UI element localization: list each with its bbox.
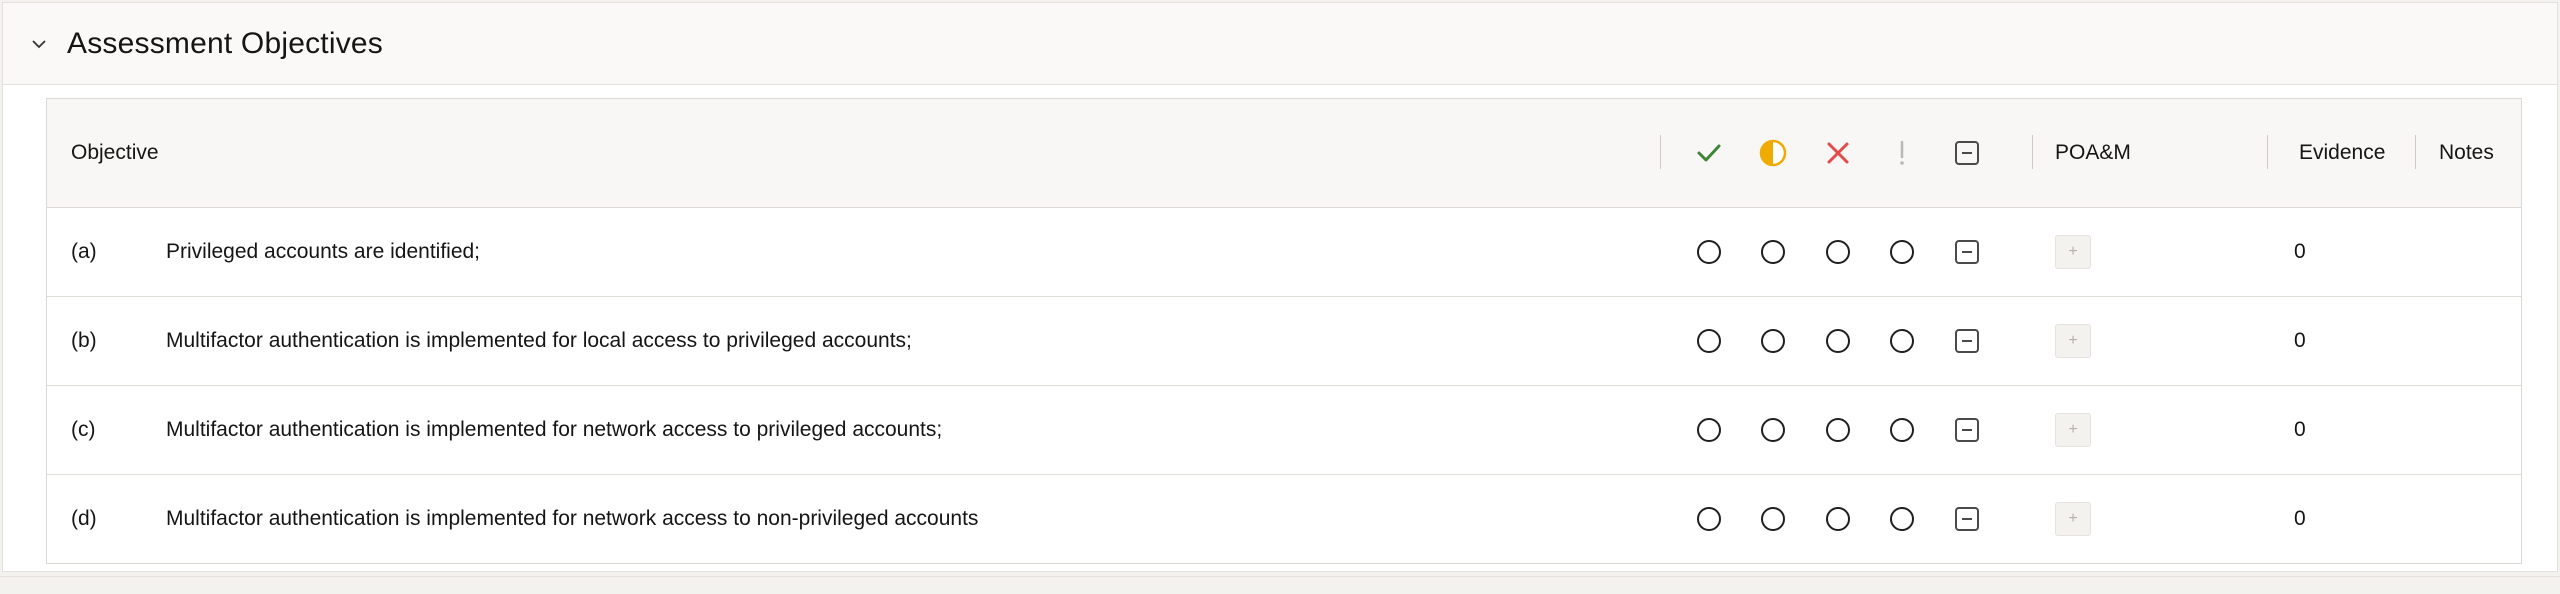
- objective-id: (a): [71, 240, 97, 263]
- section-header[interactable]: Assessment Objectives: [3, 3, 2557, 85]
- assessment-objectives-panel: Assessment Objectives Objective POA&M Ev…: [2, 2, 2558, 572]
- objective-id: (d): [71, 507, 97, 530]
- not-met-radio[interactable]: [1826, 240, 1850, 264]
- table-row: (c) Multifactor authentication is implem…: [47, 386, 2521, 475]
- header-divider: [2267, 135, 2268, 169]
- add-poam-button[interactable]: +: [2055, 413, 2091, 447]
- objective-id: (b): [71, 329, 97, 352]
- partially-met-radio[interactable]: [1761, 418, 1785, 442]
- evidence-count: 0: [2294, 329, 2306, 352]
- header-divider: [1660, 135, 1661, 169]
- partially-met-radio[interactable]: [1761, 329, 1785, 353]
- met-radio[interactable]: [1697, 329, 1721, 353]
- objective-text: Multifactor authentication is implemente…: [166, 329, 912, 352]
- table-row: (d) Multifactor authentication is implem…: [47, 475, 2521, 563]
- header-divider: [2032, 135, 2033, 169]
- partially-met-radio[interactable]: [1761, 240, 1785, 264]
- header-divider: [2415, 135, 2416, 169]
- check-icon: [1689, 99, 1729, 207]
- objective-id: (c): [71, 418, 96, 441]
- not-applicable-toggle[interactable]: [1955, 240, 1979, 264]
- header-poam: POA&M: [2055, 141, 2131, 164]
- add-poam-button[interactable]: +: [2055, 324, 2091, 358]
- not-met-radio[interactable]: [1826, 418, 1850, 442]
- needs-review-radio[interactable]: [1890, 507, 1914, 531]
- exclamation-icon: [1882, 99, 1922, 207]
- header-notes: Notes: [2439, 141, 2494, 164]
- header-evidence: Evidence: [2299, 141, 2386, 164]
- needs-review-radio[interactable]: [1890, 329, 1914, 353]
- met-radio[interactable]: [1697, 240, 1721, 264]
- section-title: Assessment Objectives: [67, 26, 383, 60]
- not-met-radio[interactable]: [1826, 329, 1850, 353]
- evidence-count: 0: [2294, 240, 2306, 263]
- not-met-radio[interactable]: [1826, 507, 1850, 531]
- objective-text: Privileged accounts are identified;: [166, 240, 481, 263]
- x-icon: [1818, 99, 1858, 207]
- partially-met-radio[interactable]: [1761, 507, 1785, 531]
- not-applicable-toggle[interactable]: [1955, 329, 1979, 353]
- objective-text: Multifactor authentication is implemente…: [166, 418, 943, 441]
- chevron-down-icon[interactable]: [29, 34, 49, 54]
- evidence-count: 0: [2294, 418, 2306, 441]
- next-section-edge: [0, 576, 2560, 594]
- table-row: (a) Privileged accounts are identified; …: [47, 208, 2521, 297]
- objectives-table: Objective POA&M Evidence Notes (a) Privi…: [46, 98, 2522, 564]
- add-poam-button[interactable]: +: [2055, 235, 2091, 269]
- not-applicable-toggle[interactable]: [1955, 418, 1979, 442]
- minus-box-icon: [1947, 99, 1987, 207]
- met-radio[interactable]: [1697, 418, 1721, 442]
- header-objective: Objective: [71, 141, 159, 164]
- needs-review-radio[interactable]: [1890, 240, 1914, 264]
- evidence-count: 0: [2294, 507, 2306, 530]
- add-poam-button[interactable]: +: [2055, 502, 2091, 536]
- half-circle-icon: [1753, 99, 1793, 207]
- met-radio[interactable]: [1697, 507, 1721, 531]
- table-row: (b) Multifactor authentication is implem…: [47, 297, 2521, 386]
- not-applicable-toggle[interactable]: [1955, 507, 1979, 531]
- needs-review-radio[interactable]: [1890, 418, 1914, 442]
- table-header: Objective POA&M Evidence Notes: [47, 99, 2521, 208]
- objective-text: Multifactor authentication is implemente…: [166, 507, 979, 530]
